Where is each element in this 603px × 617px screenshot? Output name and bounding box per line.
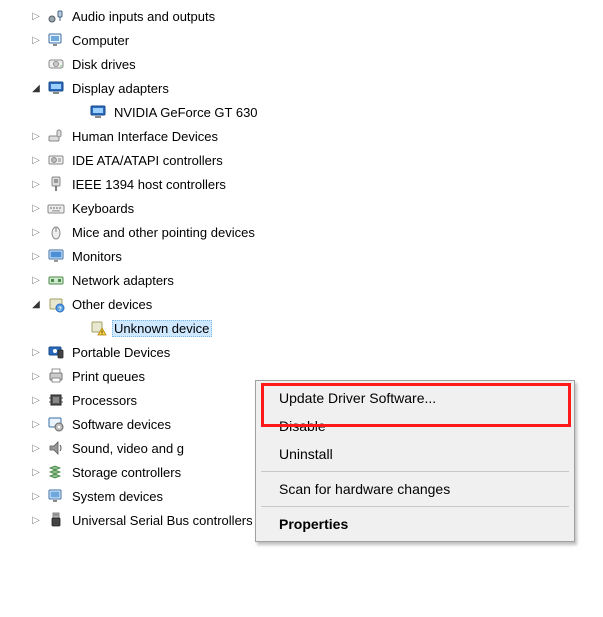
disk-icon xyxy=(46,54,66,74)
tree-item-gpu[interactable]: NVIDIA GeForce GT 630 xyxy=(4,100,603,124)
tree-item-label: Keyboards xyxy=(70,200,137,217)
network-icon xyxy=(46,270,66,290)
tree-item-unknown[interactable]: ! Unknown device xyxy=(4,316,603,340)
sound-icon xyxy=(46,438,66,458)
expander-closed-icon[interactable]: ▷ xyxy=(28,368,44,384)
expander-closed-icon[interactable]: ▷ xyxy=(28,128,44,144)
tree-item-disk[interactable]: Disk drives xyxy=(4,52,603,76)
svg-text:?: ? xyxy=(58,307,62,313)
tree-item-label: Network adapters xyxy=(70,272,177,289)
tree-item-mice[interactable]: ▷ Mice and other pointing devices xyxy=(4,220,603,244)
tree-item-ide[interactable]: ▷ IDE ATA/ATAPI controllers xyxy=(4,148,603,172)
tree-item-network[interactable]: ▷ Network adapters xyxy=(4,268,603,292)
tree-item-computer[interactable]: ▷ Computer xyxy=(4,28,603,52)
tree-item-label: Print queues xyxy=(70,368,148,385)
tree-item-label: Human Interface Devices xyxy=(70,128,221,145)
tree-item-monitors[interactable]: ▷ Monitors xyxy=(4,244,603,268)
tree-item-label: NVIDIA GeForce GT 630 xyxy=(112,104,261,121)
keyboard-icon xyxy=(46,198,66,218)
expander-none xyxy=(28,56,44,72)
processor-icon xyxy=(46,390,66,410)
tree-item-label: Other devices xyxy=(70,296,155,313)
expander-closed-icon[interactable]: ▷ xyxy=(28,248,44,264)
expander-closed-icon[interactable]: ▷ xyxy=(28,8,44,24)
expander-closed-icon[interactable]: ▷ xyxy=(28,344,44,360)
expander-closed-icon[interactable]: ▷ xyxy=(28,152,44,168)
tree-item-label: Mice and other pointing devices xyxy=(70,224,258,241)
tree-item-label: Display adapters xyxy=(70,80,172,97)
context-menu: Update Driver Software... Disable Uninst… xyxy=(255,380,575,542)
tree-item-label: System devices xyxy=(70,488,166,505)
menu-disable[interactable]: Disable xyxy=(259,412,571,440)
tree-item-keyboards[interactable]: ▷ Keyboards xyxy=(4,196,603,220)
display-icon xyxy=(46,78,66,98)
usb-icon xyxy=(46,510,66,530)
expander-open-icon[interactable]: ◢ xyxy=(28,80,44,96)
expander-none xyxy=(70,104,86,120)
menu-update-driver[interactable]: Update Driver Software... xyxy=(259,384,571,412)
tree-item-label: Portable Devices xyxy=(70,344,173,361)
other-icon: ? xyxy=(46,294,66,314)
expander-closed-icon[interactable]: ▷ xyxy=(28,176,44,192)
tree-item-label: Universal Serial Bus controllers xyxy=(70,512,256,529)
menu-scan-hardware[interactable]: Scan for hardware changes xyxy=(259,475,571,503)
tree-item-label: Unknown device xyxy=(112,320,212,337)
tree-item-display[interactable]: ◢ Display adapters xyxy=(4,76,603,100)
tree-item-audio[interactable]: ▷ Audio inputs and outputs xyxy=(4,4,603,28)
tree-item-other[interactable]: ◢? Other devices xyxy=(4,292,603,316)
display-icon xyxy=(88,102,108,122)
expander-closed-icon[interactable]: ▷ xyxy=(28,464,44,480)
svg-text:!: ! xyxy=(101,330,103,336)
expander-closed-icon[interactable]: ▷ xyxy=(28,224,44,240)
ide-icon xyxy=(46,150,66,170)
software-icon xyxy=(46,414,66,434)
menu-separator xyxy=(261,471,569,472)
tree-item-ieee1394[interactable]: ▷ IEEE 1394 host controllers xyxy=(4,172,603,196)
audio-icon xyxy=(46,6,66,26)
menu-uninstall[interactable]: Uninstall xyxy=(259,440,571,468)
expander-closed-icon[interactable]: ▷ xyxy=(28,440,44,456)
tree-item-label: Sound, video and g xyxy=(70,440,187,457)
unknown-icon: ! xyxy=(88,318,108,338)
monitor-icon xyxy=(46,246,66,266)
tree-item-label: Software devices xyxy=(70,416,174,433)
tree-item-label: Monitors xyxy=(70,248,125,265)
expander-closed-icon[interactable]: ▷ xyxy=(28,272,44,288)
tree-item-label: Storage controllers xyxy=(70,464,184,481)
hid-icon xyxy=(46,126,66,146)
tree-item-label: Computer xyxy=(70,32,132,49)
portable-icon xyxy=(46,342,66,362)
ieee1394-icon xyxy=(46,174,66,194)
system-icon xyxy=(46,486,66,506)
tree-item-portable[interactable]: ▷ Portable Devices xyxy=(4,340,603,364)
tree-item-label: Disk drives xyxy=(70,56,139,73)
expander-closed-icon[interactable]: ▷ xyxy=(28,200,44,216)
expander-closed-icon[interactable]: ▷ xyxy=(28,488,44,504)
expander-closed-icon[interactable]: ▷ xyxy=(28,512,44,528)
tree-item-hid[interactable]: ▷ Human Interface Devices xyxy=(4,124,603,148)
expander-closed-icon[interactable]: ▷ xyxy=(28,416,44,432)
expander-none xyxy=(70,320,86,336)
storage-icon xyxy=(46,462,66,482)
computer-icon xyxy=(46,30,66,50)
expander-closed-icon[interactable]: ▷ xyxy=(28,32,44,48)
tree-item-label: Processors xyxy=(70,392,140,409)
menu-properties[interactable]: Properties xyxy=(259,510,571,538)
menu-separator xyxy=(261,506,569,507)
printer-icon xyxy=(46,366,66,386)
tree-item-label: IEEE 1394 host controllers xyxy=(70,176,229,193)
tree-item-label: IDE ATA/ATAPI controllers xyxy=(70,152,226,169)
expander-closed-icon[interactable]: ▷ xyxy=(28,392,44,408)
tree-item-label: Audio inputs and outputs xyxy=(70,8,218,25)
mouse-icon xyxy=(46,222,66,242)
expander-open-icon[interactable]: ◢ xyxy=(28,296,44,312)
